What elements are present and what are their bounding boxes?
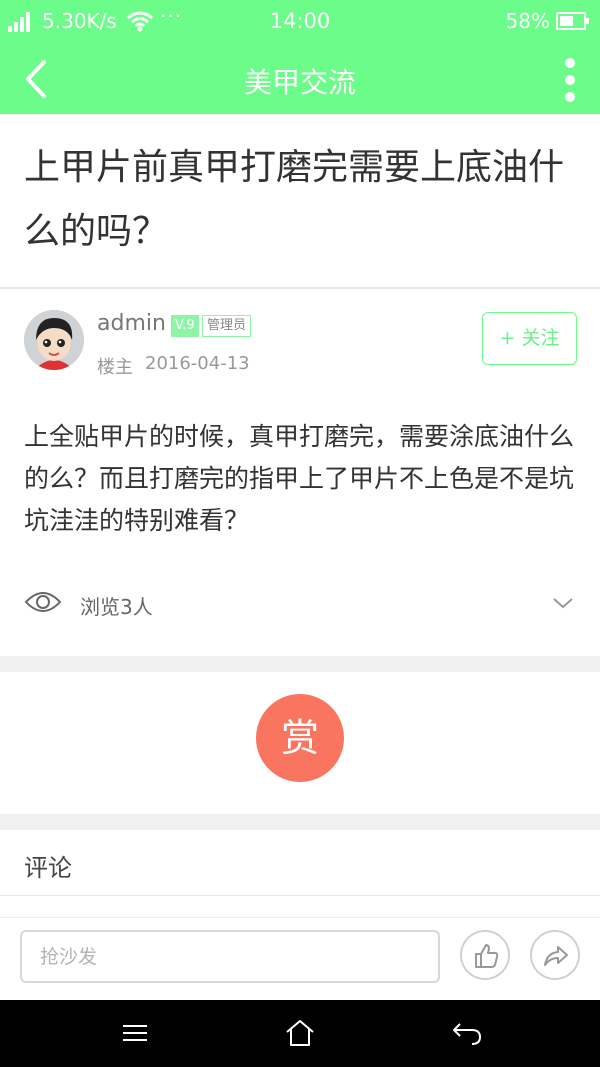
author-name[interactable]: admin <box>97 311 166 336</box>
like-button[interactable] <box>460 930 510 980</box>
navigation-bar: 美甲交流 <box>0 44 600 114</box>
system-nav-bar <box>0 1000 600 1067</box>
post-date: 2016-04-13 <box>145 353 250 374</box>
divider <box>0 895 600 896</box>
divider <box>0 917 600 918</box>
section-separator <box>0 656 600 672</box>
floor-label: 楼主 <box>97 357 133 378</box>
divider <box>0 287 600 289</box>
home-icon[interactable] <box>283 1018 317 1048</box>
chevron-down-icon[interactable] <box>552 596 574 610</box>
thumbs-up-icon <box>475 944 499 968</box>
battery-percent: 58% <box>505 9 550 33</box>
share-button[interactable] <box>530 930 580 980</box>
role-badge: 管理员 <box>202 315 252 337</box>
menu-icon[interactable] <box>118 1018 152 1048</box>
reward-button[interactable]: 赏 <box>256 694 344 782</box>
section-separator <box>0 814 600 830</box>
reply-input[interactable] <box>20 930 440 983</box>
avatar[interactable] <box>24 310 84 370</box>
more-vertical-icon[interactable] <box>562 56 578 104</box>
comments-header: 评论 <box>24 854 72 882</box>
status-bar: 5.30K/s ··· 14:00 58% <box>0 0 600 44</box>
back-arrow-icon[interactable] <box>16 56 60 102</box>
battery-icon <box>556 12 589 30</box>
share-arrow-icon <box>544 946 568 966</box>
level-badge: V.9 <box>171 315 199 337</box>
post-title: 上甲片前真甲打磨完需要上底油什么的吗？ <box>24 147 565 252</box>
view-count: 浏览3人 <box>80 595 153 619</box>
back-icon[interactable] <box>450 1018 484 1048</box>
avatar-image <box>24 310 84 370</box>
eye-icon <box>24 592 62 612</box>
page-title: 美甲交流 <box>243 66 356 99</box>
follow-button[interactable]: + 关注 <box>482 312 577 365</box>
post-body: 上全贴甲片的时候，真甲打磨完，需要涂底油什么的么？而且打磨完的指甲上了甲片不上色… <box>24 422 575 535</box>
